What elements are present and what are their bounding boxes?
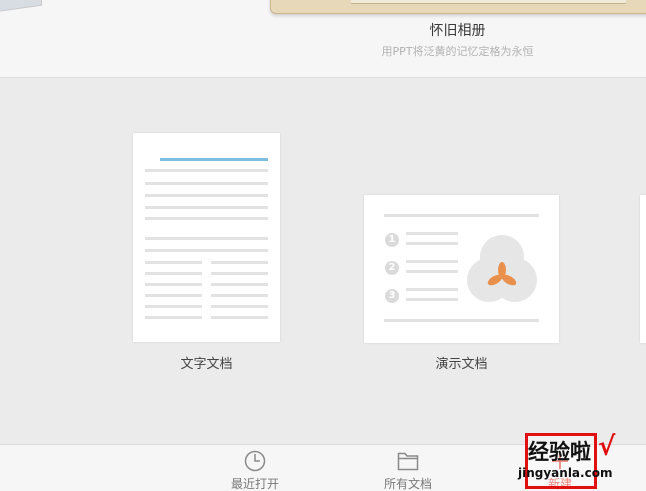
template-title[interactable]: 怀旧相册: [270, 20, 645, 40]
template-thumbnail-album[interactable]: [270, 0, 646, 14]
watermark-url: jingyanla.com: [518, 466, 613, 480]
tab-all-documents[interactable]: 所有文档: [368, 449, 448, 491]
list-number-3: 3: [385, 289, 399, 303]
tab-recent[interactable]: 最近打开: [215, 449, 295, 491]
template-thumbnail-left[interactable]: [0, 0, 42, 15]
template-subtitle: 用PPT将泛黄的记忆定格为永恒: [381, 45, 534, 58]
petal-icon: [487, 262, 517, 286]
watermark-check-icon: √: [598, 432, 616, 462]
watermark-brand: 经验啦: [528, 440, 591, 464]
list-number-2: 2: [385, 261, 399, 275]
app-window: 怀旧相册 用PPT将泛黄的记忆定格为永恒 文字文档 1 2 3 演示文档 最近打…: [0, 0, 646, 491]
spreadsheet-document-card[interactable]: [640, 195, 646, 343]
folder-icon: [397, 452, 419, 471]
list-number-1: 1: [385, 233, 399, 247]
template-panel: 怀旧相册 用PPT将泛黄的记忆定格为永恒: [0, 0, 646, 78]
tab-all-documents-label: 所有文档: [383, 477, 432, 491]
presentation-document-label[interactable]: 演示文档: [364, 353, 559, 372]
presentation-document-card[interactable]: 1 2 3: [364, 195, 559, 343]
writer-document-label[interactable]: 文字文档: [133, 353, 280, 372]
clock-icon: [244, 450, 266, 472]
tab-recent-label: 最近打开: [230, 477, 279, 491]
writer-document-card[interactable]: [133, 133, 280, 342]
